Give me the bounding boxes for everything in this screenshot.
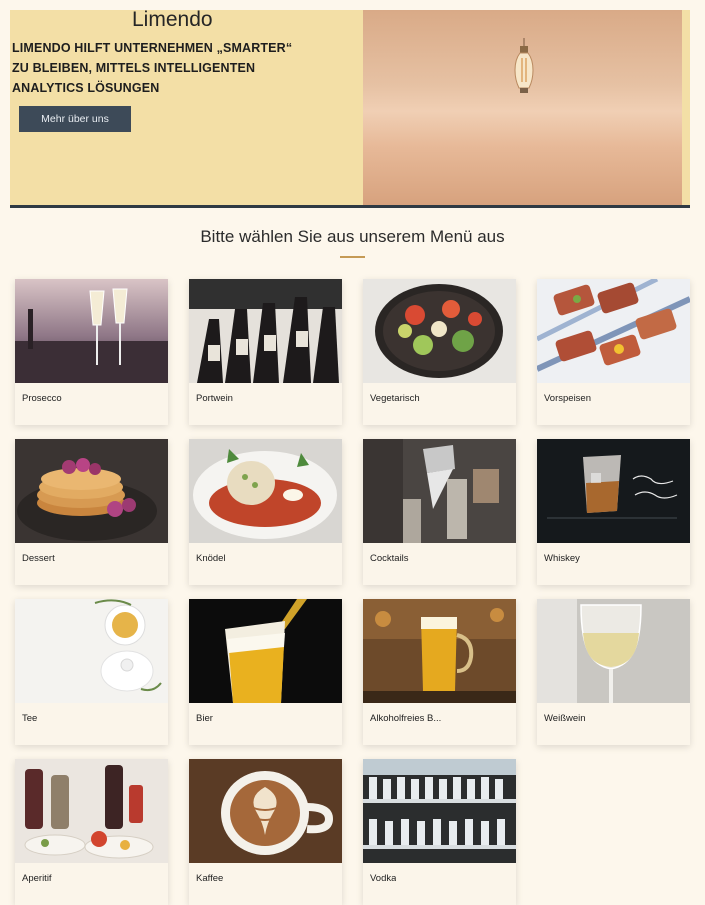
tagline-line-3: ANALYTICS LÖSUNGEN bbox=[12, 81, 160, 95]
menu-card-label: Portwein bbox=[196, 393, 233, 404]
menu-card-weisswein[interactable]: Weißwein bbox=[537, 599, 690, 745]
menu-card-label: Dessert bbox=[22, 553, 55, 564]
menu-card-tee[interactable]: Tee bbox=[15, 599, 168, 745]
menu-card-label: Kaffee bbox=[196, 873, 224, 884]
whiskey-photo bbox=[537, 439, 690, 543]
weisswein-photo bbox=[537, 599, 690, 703]
menu-card-alkoholfrei[interactable]: Alkoholfreies B... bbox=[363, 599, 516, 745]
menu-card-label: Bier bbox=[196, 713, 213, 724]
menu-card-knoedel[interactable]: Knödel bbox=[189, 439, 342, 585]
menu-card-label: Weißwein bbox=[544, 713, 586, 724]
vegetarisch-photo bbox=[363, 279, 516, 383]
menu-card-aperitif[interactable]: Aperitif bbox=[15, 759, 168, 905]
prosecco-photo bbox=[15, 279, 168, 383]
menu-title: Bitte wählen Sie aus unserem Menü aus bbox=[200, 227, 505, 246]
menu-card-label: Vegetarisch bbox=[370, 393, 420, 404]
menu-card-label: Whiskey bbox=[544, 553, 580, 564]
menu-card-vegetarisch[interactable]: Vegetarisch bbox=[363, 279, 516, 425]
menu-card-kaffee[interactable]: Kaffee bbox=[189, 759, 342, 905]
kaffee-photo bbox=[189, 759, 342, 863]
menu-card-prosecco[interactable]: Prosecco bbox=[15, 279, 168, 425]
menu-card-label: Alkoholfreies B... bbox=[370, 713, 442, 724]
bier-photo bbox=[189, 599, 342, 703]
menu-card-label: Vorspeisen bbox=[544, 393, 592, 404]
knoedel-photo bbox=[189, 439, 342, 543]
about-us-button[interactable]: Mehr über uns bbox=[19, 106, 131, 132]
menu-card-label: Cocktails bbox=[370, 553, 409, 564]
cocktails-photo bbox=[363, 439, 516, 543]
menu-card-label: Vodka bbox=[370, 873, 397, 884]
tagline-line-1: LIMENDO HILFT UNTERNEHMEN „SMARTER“ bbox=[12, 41, 293, 55]
menu-card-label: Aperitif bbox=[22, 873, 52, 884]
alkoholfrei-photo bbox=[363, 599, 516, 703]
menu-card-whiskey[interactable]: Whiskey bbox=[537, 439, 690, 585]
tee-photo bbox=[15, 599, 168, 703]
menu-card-label: Tee bbox=[22, 713, 38, 724]
aperitif-photo bbox=[15, 759, 168, 863]
menu-card-bier[interactable]: Bier bbox=[189, 599, 342, 745]
portwein-photo bbox=[189, 279, 342, 383]
hero-banner: Limendo LIMENDO HILFT UNTERNEHMEN „SMART… bbox=[10, 8, 690, 208]
menu-card-label: Knödel bbox=[196, 553, 226, 564]
hero-tagline: LIMENDO HILFT UNTERNEHMEN „SMARTER“ ZU B… bbox=[12, 38, 347, 98]
tagline-line-2: ZU BLEIBEN, MITTELS INTELLIGENTEN bbox=[12, 61, 256, 75]
vodka-photo bbox=[363, 759, 516, 863]
hero-photo-edge bbox=[682, 10, 690, 205]
lightbulb-icon bbox=[514, 38, 534, 93]
menu-card-portwein[interactable]: Portwein bbox=[189, 279, 342, 425]
menu-card-cocktails[interactable]: Cocktails bbox=[363, 439, 516, 585]
hero-lightbulb-photo bbox=[363, 10, 690, 205]
dessert-photo bbox=[15, 439, 168, 543]
menu-card-label: Prosecco bbox=[22, 393, 62, 404]
menu-card-dessert[interactable]: Dessert bbox=[15, 439, 168, 585]
title-divider bbox=[340, 256, 365, 258]
menu-card-vodka[interactable]: Vodka bbox=[363, 759, 516, 905]
brand-name: Limendo bbox=[132, 8, 213, 31]
menu-card-vorspeisen[interactable]: Vorspeisen bbox=[537, 279, 690, 425]
vorspeisen-photo bbox=[537, 279, 690, 383]
